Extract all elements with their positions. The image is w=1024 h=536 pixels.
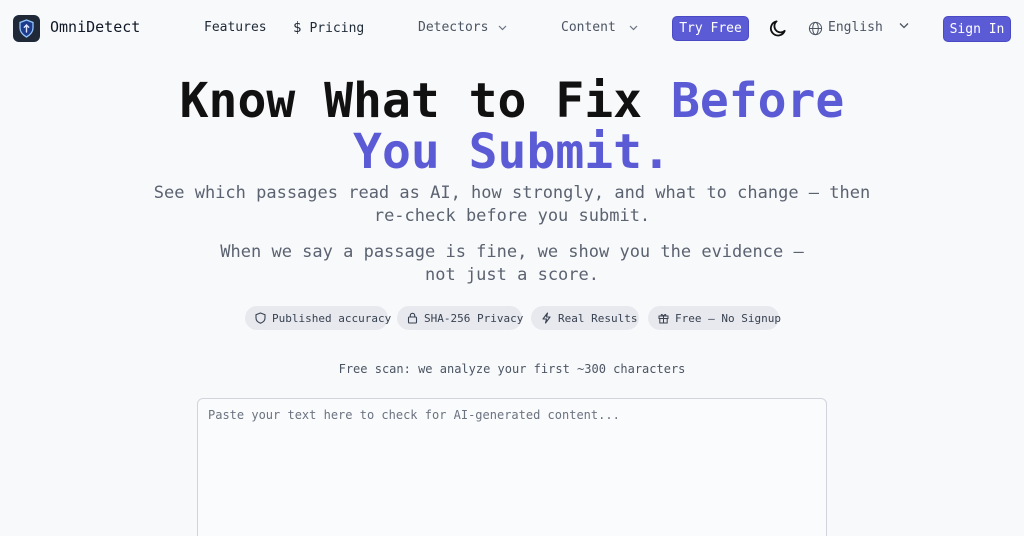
- badge-results: Real Results: [531, 306, 639, 330]
- badge-accuracy: Published accuracy: [245, 306, 392, 330]
- lightning-icon: [542, 312, 551, 324]
- badge-privacy: SHA-256 Privacy: [397, 306, 524, 330]
- badge-accuracy-label: Published accuracy: [272, 311, 392, 325]
- badge-free-label: Free — No Signup: [675, 311, 781, 325]
- badge-free: Free — No Signup: [648, 306, 781, 330]
- text-input[interactable]: [197, 398, 827, 536]
- globe-icon: [808, 21, 823, 36]
- top-nav: OmniDetect Features $ Pricing Detectors …: [0, 0, 1024, 57]
- lock-icon: [407, 312, 418, 324]
- shield-icon: [255, 312, 266, 324]
- logo[interactable]: [13, 15, 40, 42]
- try-free-button[interactable]: Try Free: [672, 16, 749, 41]
- nav-content-label: Content: [561, 20, 616, 35]
- hero-title: Know What to Fix Before You Submit.: [0, 76, 1024, 178]
- shield-logo-icon: [19, 19, 34, 38]
- nav-detectors-label: Detectors: [418, 20, 489, 35]
- nav-features[interactable]: Features: [204, 20, 267, 35]
- nav-content-dropdown[interactable]: Content: [561, 20, 638, 35]
- dollar-icon: $: [293, 20, 302, 36]
- sign-in-button[interactable]: Sign In: [943, 16, 1011, 42]
- badge-results-label: Real Results: [558, 311, 638, 325]
- chevron-down-icon[interactable]: [899, 22, 909, 29]
- hero-title-accent-2: You Submit.: [353, 124, 671, 180]
- moon-icon[interactable]: [769, 19, 788, 38]
- free-scan-note: Free scan: we analyze your first ~300 ch…: [338, 362, 686, 376]
- gift-icon: [658, 314, 669, 324]
- hero-title-dark: Know What to Fix: [179, 73, 671, 129]
- language-select[interactable]: English: [828, 20, 883, 35]
- brand-name[interactable]: OmniDetect: [50, 18, 140, 36]
- hero-subtitle-1: See which passages read as AI, how stron…: [153, 183, 871, 226]
- nav-detectors-dropdown[interactable]: Detectors: [418, 20, 507, 35]
- hero-title-accent-1: Before: [670, 73, 845, 129]
- nav-features-label: Features: [204, 20, 267, 35]
- chevron-down-icon: [499, 25, 507, 30]
- hero-subtitle-2: When we say a passage is fine, we show y…: [220, 242, 804, 285]
- nav-pricing-label: Pricing: [309, 20, 365, 36]
- badge-privacy-label: SHA-256 Privacy: [424, 311, 524, 325]
- nav-pricing[interactable]: $ Pricing: [293, 20, 364, 36]
- chevron-down-icon: [629, 25, 638, 30]
